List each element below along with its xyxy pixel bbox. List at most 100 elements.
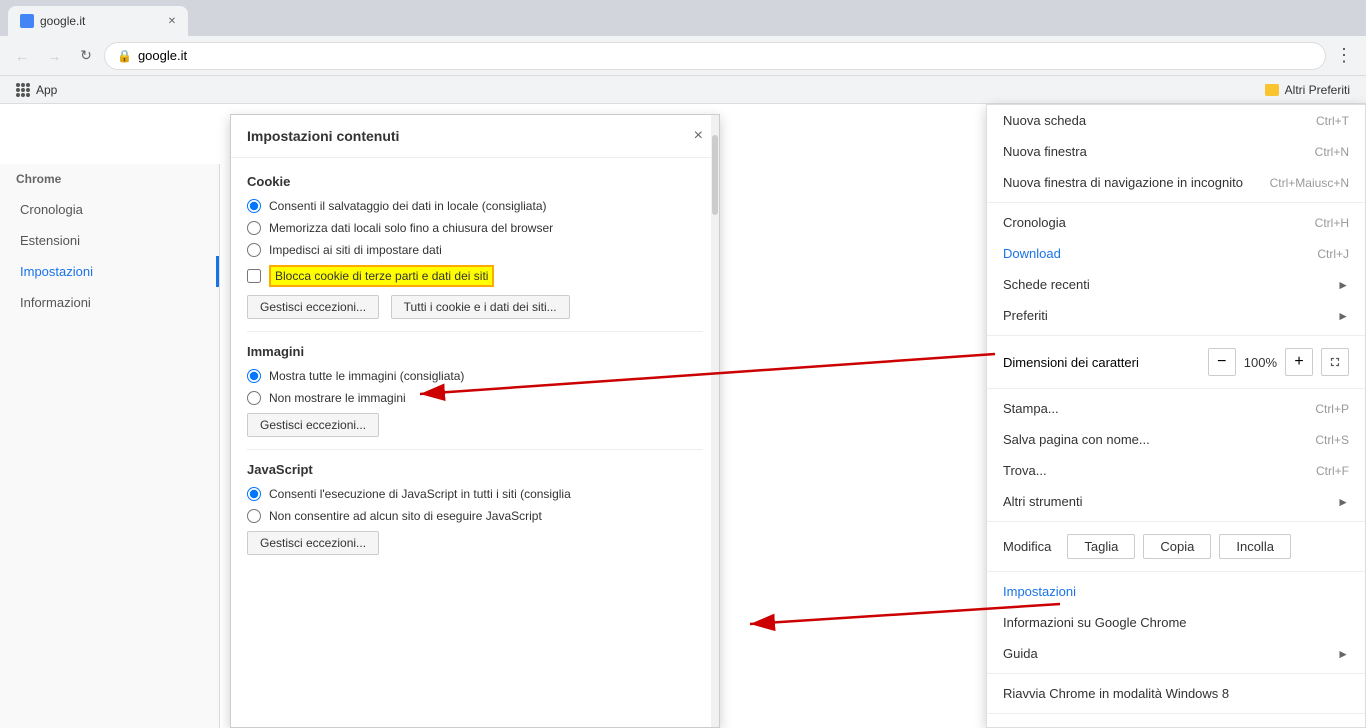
- js-radio2[interactable]: [247, 509, 261, 523]
- cookie-option1: Consenti il salvataggio dei dati in loca…: [247, 199, 703, 213]
- cookie-radio3[interactable]: [247, 243, 261, 257]
- tab-title: google.it: [40, 14, 85, 28]
- menu-sep2: [987, 335, 1365, 336]
- settings-sidebar: Chrome Cronologia Estensioni Impostazion…: [0, 104, 220, 728]
- js-manage-button[interactable]: Gestisci eccezioni...: [247, 531, 379, 555]
- menu-history[interactable]: Cronologia Ctrl+H: [987, 207, 1365, 238]
- menu-find[interactable]: Trova... Ctrl+F: [987, 455, 1365, 486]
- tab-bar: google.it ✕: [0, 0, 1366, 36]
- menu-sep1: [987, 202, 1365, 203]
- js-option2: Non consentire ad alcun sito di eseguire…: [247, 509, 703, 523]
- apps-label: App: [36, 83, 57, 97]
- sidebar-history[interactable]: Cronologia: [0, 194, 219, 225]
- dialog-separator2: [247, 449, 703, 450]
- manage-exceptions-button[interactable]: Gestisci eccezioni...: [247, 295, 379, 319]
- menu-new-window[interactable]: Nuova finestra Ctrl+N: [987, 136, 1365, 167]
- other-bookmarks[interactable]: Altri Preferiti: [1257, 81, 1358, 99]
- forward-button[interactable]: →: [40, 42, 68, 70]
- cookie-buttons-row: Gestisci eccezioni... Tutti i cookie e i…: [247, 295, 703, 319]
- content-settings-dialog: Impostazioni contenuti × Cookie Consenti…: [230, 114, 720, 728]
- dialog-header: Impostazioni contenuti ×: [231, 115, 719, 158]
- dialog-scrollbar[interactable]: [711, 115, 719, 727]
- url-input[interactable]: google.it: [138, 48, 1313, 63]
- dialog-overlay: Impostazioni contenuti × Cookie Consenti…: [220, 104, 730, 728]
- chrome-context-menu: Nuova scheda Ctrl+T Nuova finestra Ctrl+…: [986, 104, 1366, 728]
- lock-icon: 🔒: [117, 49, 132, 63]
- apps-grid-icon: [16, 83, 30, 97]
- back-button[interactable]: ←: [8, 42, 36, 70]
- edit-row: Modifica Taglia Copia Incolla: [987, 526, 1365, 567]
- sidebar-info[interactable]: Informazioni: [0, 287, 219, 318]
- reload-button[interactable]: ↻: [72, 42, 100, 70]
- paste-button[interactable]: Incolla: [1219, 534, 1291, 559]
- menu-sep5: [987, 571, 1365, 572]
- dialog-separator1: [247, 331, 703, 332]
- cookie-section-title: Cookie: [247, 174, 703, 189]
- menu-about-chrome[interactable]: Informazioni su Google Chrome: [987, 607, 1365, 638]
- menu-sep3: [987, 388, 1365, 389]
- js-buttons-row: Gestisci eccezioni...: [247, 531, 703, 555]
- font-fullscreen-button[interactable]: [1321, 348, 1349, 376]
- cookie-radio2[interactable]: [247, 221, 261, 235]
- menu-sep7: [987, 713, 1365, 714]
- menu-restart[interactable]: Riavvia Chrome in modalità Windows 8: [987, 678, 1365, 709]
- menu-print[interactable]: Stampa... Ctrl+P: [987, 393, 1365, 424]
- dialog-body: Cookie Consenti il salvataggio dei dati …: [231, 158, 719, 583]
- font-increase-button[interactable]: +: [1285, 348, 1313, 376]
- cookie-option3: Impedisci ai siti di impostare dati: [247, 243, 703, 257]
- other-bookmarks-label: Altri Preferiti: [1285, 83, 1350, 97]
- js-section-title: JavaScript: [247, 462, 703, 477]
- tab-favicon: [20, 14, 34, 28]
- dialog-title: Impostazioni contenuti: [247, 128, 399, 144]
- menu-exit[interactable]: Esci Ctrl+Maiusc+Q: [987, 718, 1365, 728]
- font-size-value: 100%: [1244, 355, 1277, 370]
- menu-bookmarks[interactable]: Preferiti ►: [987, 300, 1365, 331]
- cookie-checkbox-label: Blocca cookie di terze parti e dati dei …: [269, 265, 494, 287]
- sidebar-settings[interactable]: Impostazioni: [0, 256, 219, 287]
- fullscreen-icon: [1328, 355, 1342, 369]
- apps-bookmark[interactable]: App: [8, 81, 65, 99]
- images-buttons-row: Gestisci eccezioni...: [247, 413, 703, 437]
- copy-button[interactable]: Copia: [1143, 534, 1211, 559]
- font-size-row: Dimensioni dei caratteri − 100% +: [987, 340, 1365, 384]
- main-content: Gmail Immagini: [0, 104, 1366, 728]
- images-radio1[interactable]: [247, 369, 261, 383]
- menu-save-page[interactable]: Salva pagina con nome... Ctrl+S: [987, 424, 1365, 455]
- menu-other-tools[interactable]: Altri strumenti ►: [987, 486, 1365, 517]
- chrome-section-label: Chrome: [0, 164, 219, 194]
- js-option1: Consenti l'esecuzione di JavaScript in t…: [247, 487, 703, 501]
- images-option2: Non mostrare le immagini: [247, 391, 703, 405]
- sidebar-extensions[interactable]: Estensioni: [0, 225, 219, 256]
- browser-frame: google.it ✕ ← → ↻ 🔒 google.it ⋮ App Altr…: [0, 0, 1366, 728]
- menu-settings[interactable]: Impostazioni: [987, 576, 1365, 607]
- menu-new-incognito[interactable]: Nuova finestra di navigazione in incogni…: [987, 167, 1365, 198]
- menu-sep6: [987, 673, 1365, 674]
- dialog-scrollbar-thumb[interactable]: [712, 135, 718, 215]
- js-radio1[interactable]: [247, 487, 261, 501]
- cookie-radio1[interactable]: [247, 199, 261, 213]
- menu-help[interactable]: Guida ►: [987, 638, 1365, 669]
- cookie-checkbox-option: Blocca cookie di terze parti e dati dei …: [247, 265, 703, 287]
- cookie-option2: Memorizza dati locali solo fino a chiusu…: [247, 221, 703, 235]
- browser-tab[interactable]: google.it ✕: [8, 6, 188, 36]
- menu-download[interactable]: Download Ctrl+J: [987, 238, 1365, 269]
- nav-bar: ← → ↻ 🔒 google.it ⋮: [0, 36, 1366, 76]
- images-manage-button[interactable]: Gestisci eccezioni...: [247, 413, 379, 437]
- images-option1: Mostra tutte le immagini (consigliata): [247, 369, 703, 383]
- bookmarks-bar: App Altri Preferiti: [0, 76, 1366, 104]
- images-section-title: Immagini: [247, 344, 703, 359]
- font-size-controls: − 100% +: [1208, 348, 1349, 376]
- folder-icon: [1265, 84, 1279, 96]
- font-decrease-button[interactable]: −: [1208, 348, 1236, 376]
- menu-recent-tabs[interactable]: Schede recenti ►: [987, 269, 1365, 300]
- chrome-menu-button[interactable]: ⋮: [1330, 42, 1358, 70]
- tab-close-button[interactable]: ✕: [164, 13, 180, 29]
- address-bar[interactable]: 🔒 google.it: [104, 42, 1326, 70]
- block-cookies-checkbox[interactable]: [247, 269, 261, 283]
- images-radio2[interactable]: [247, 391, 261, 405]
- menu-sep4: [987, 521, 1365, 522]
- dialog-close-button[interactable]: ×: [694, 127, 703, 145]
- all-cookies-button[interactable]: Tutti i cookie e i dati dei siti...: [391, 295, 570, 319]
- cut-button[interactable]: Taglia: [1067, 534, 1135, 559]
- menu-new-tab[interactable]: Nuova scheda Ctrl+T: [987, 105, 1365, 136]
